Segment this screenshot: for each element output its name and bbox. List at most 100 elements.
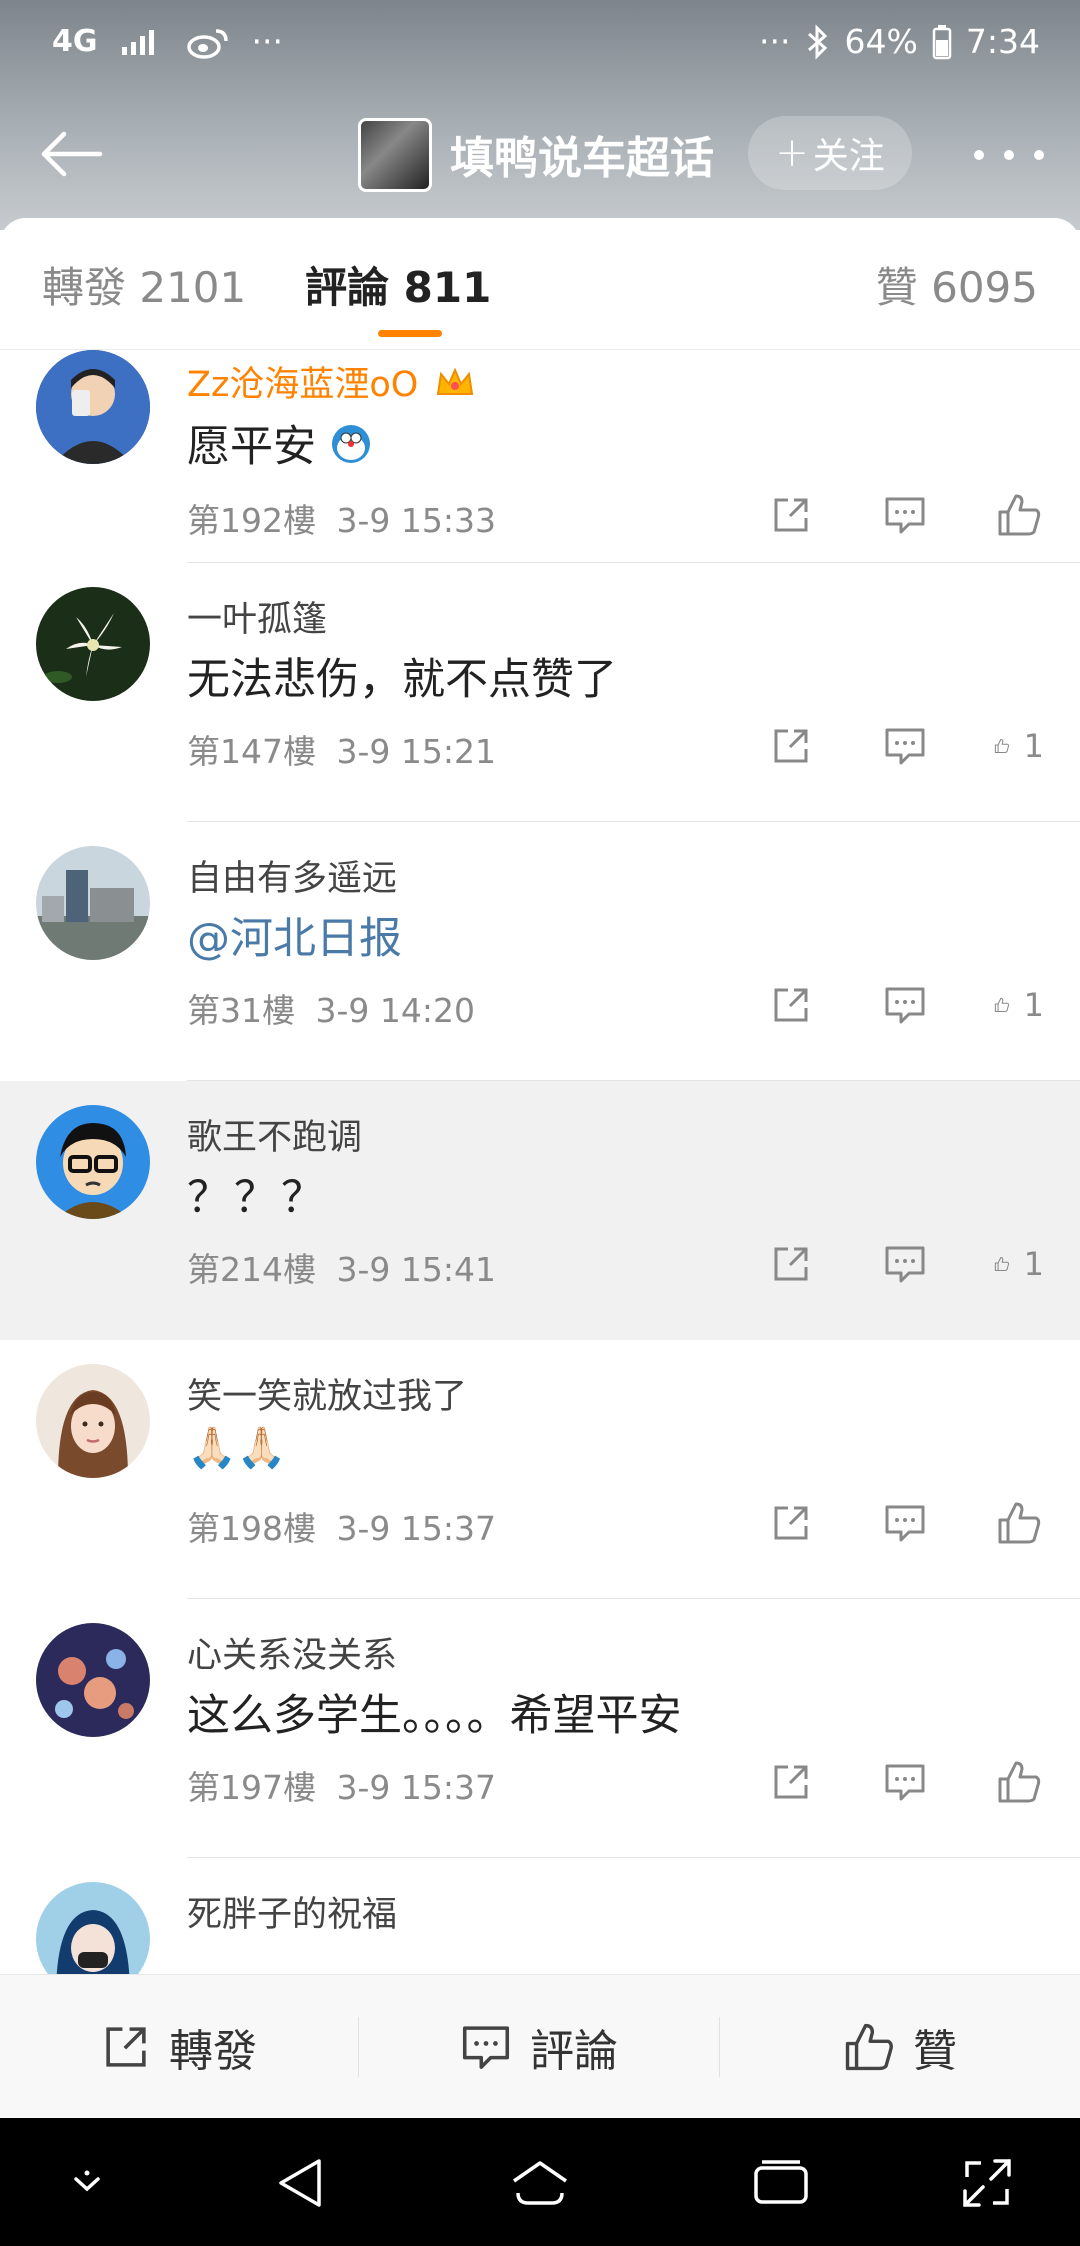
repost-button[interactable] (766, 490, 816, 540)
comment-actions (702, 1498, 1044, 1548)
commenter-name[interactable]: 歌王不跑调 (187, 1109, 362, 1160)
avatar[interactable] (36, 1882, 150, 1974)
repost-button[interactable] (766, 1757, 816, 1807)
thumbs-up-icon (994, 1257, 1010, 1271)
floor-number: 第31樓 (187, 991, 295, 1030)
like-button[interactable]: 1 (994, 721, 1044, 771)
repost-button[interactable] (766, 980, 816, 1030)
bottom-repost-button[interactable]: 轉發 (0, 1975, 358, 2119)
comment-meta: 第192樓 3-9 15:33 (187, 494, 496, 542)
comment-icon (885, 987, 925, 1024)
dot-icon (1004, 150, 1014, 160)
thumbs-up-icon (998, 494, 1041, 536)
signal-icon (120, 27, 164, 57)
commenter-name[interactable]: 一叶孤篷 (187, 591, 327, 642)
bottom-comment-button[interactable]: 評論 (359, 1975, 719, 2119)
status-bar: 4G ··· ··· 64% 7:34 (0, 0, 1080, 92)
back-button[interactable] (38, 124, 108, 184)
avatar[interactable] (36, 1623, 150, 1737)
comment-meta: 第147樓 3-9 15:21 (187, 725, 496, 773)
header-background: 4G ··· ··· 64% 7:34 填鸭说车超话 + 关注 (0, 0, 1080, 230)
reply-button[interactable] (880, 721, 930, 771)
tab-bar: 轉發 2101 評論 811 贊 6095 (0, 218, 1080, 350)
topic-title[interactable]: 填鸭说车超话 (450, 122, 714, 186)
chevron-down-icon (74, 2170, 100, 2192)
avatar[interactable] (36, 350, 150, 464)
system-recents-button[interactable] (746, 2148, 816, 2218)
like-button[interactable] (994, 490, 1044, 540)
thumbs-up-icon (845, 2023, 893, 2071)
bottom-like-label: 贊 (913, 2026, 957, 2077)
follow-label: 关注 (812, 136, 885, 177)
comment-item: 歌王不跑调 ？？？ 第214樓 3-9 15:41 1 (0, 1081, 1080, 1340)
system-back-button[interactable] (266, 2148, 336, 2218)
reply-button[interactable] (880, 490, 930, 540)
bluetooth-icon (805, 23, 831, 60)
comment-meta: 第214樓 3-9 15:41 (187, 1243, 496, 1291)
expand-icon (963, 2159, 1011, 2207)
comment-list[interactable]: Zz沧海蓝湮oO 愿平安 第192樓 3-9 15:33 一叶孤篷 无法悲伤，就… (0, 350, 1080, 1974)
like-button[interactable]: 1 (994, 980, 1044, 1030)
avatar[interactable] (36, 587, 150, 701)
share-icon (774, 1765, 808, 1799)
tab-likes[interactable]: 贊 6095 (876, 254, 1038, 315)
bottom-like-button[interactable]: 贊 (720, 1975, 1080, 2119)
more-options-button[interactable] (974, 130, 1044, 180)
follow-button[interactable]: + 关注 (748, 116, 912, 190)
comment-text: 无法悲伤，就不点赞了 (187, 655, 617, 705)
repost-button[interactable] (766, 1239, 816, 1289)
commenter-name[interactable]: 心关系没关系 (187, 1627, 397, 1678)
comment-item: 死胖子的祝福 (0, 1858, 1080, 1974)
system-home-button[interactable] (505, 2148, 575, 2218)
comment-actions (702, 1757, 1044, 1807)
comment-text: 愿平安 (187, 412, 372, 476)
comment-time: 3-9 15:21 (336, 732, 497, 771)
weibo-icon (186, 25, 230, 59)
repost-button[interactable] (766, 1498, 816, 1548)
repost-button[interactable] (766, 721, 816, 771)
reply-button[interactable] (880, 980, 930, 1030)
reply-button[interactable] (880, 1239, 930, 1289)
avatar[interactable] (36, 1364, 150, 1478)
home-icon (513, 2161, 567, 2205)
comment-actions (702, 490, 1044, 540)
comment-icon (885, 1764, 925, 1801)
dot-icon (1034, 150, 1044, 160)
comment-item: 心关系没关系 这么多学生。。。。希望平安 第197樓 3-9 15:37 (0, 1599, 1080, 1858)
expand-screen-button[interactable] (952, 2148, 1022, 2218)
avatar[interactable] (36, 846, 150, 960)
hide-nav-button[interactable] (52, 2148, 122, 2218)
like-count: 1 (1023, 1245, 1044, 1283)
commenter-name[interactable]: 死胖子的祝福 (187, 1886, 397, 1937)
mention-link[interactable]: @河北日报 (187, 904, 402, 966)
like-count: 1 (1023, 727, 1044, 765)
share-icon (774, 1247, 808, 1281)
commenter-name[interactable]: 笑一笑就放过我了 (187, 1368, 467, 1419)
tab-comments[interactable]: 評論 811 (305, 254, 491, 315)
share-icon (774, 988, 808, 1022)
plus-icon: + (775, 130, 809, 176)
avatar[interactable] (36, 1105, 150, 1219)
top-nav-bar: 填鸭说车超话 + 关注 (0, 110, 1080, 200)
commenter-name[interactable]: 自由有多遥远 (187, 850, 397, 901)
comment-item: 自由有多遥远 @河北日报 第31樓 3-9 14:20 1 (0, 822, 1080, 1081)
triangle-back-icon (279, 2159, 321, 2207)
thumbs-up-icon (994, 998, 1010, 1012)
bottom-repost-label: 轉發 (169, 2026, 257, 2077)
like-button[interactable]: 1 (994, 1239, 1044, 1289)
like-button[interactable] (994, 1498, 1044, 1548)
commenter-name[interactable]: Zz沧海蓝湮oO (187, 356, 475, 407)
comment-item: 笑一笑就放过我了 🙏🏻🙏🏻 第198樓 3-9 15:37 (0, 1340, 1080, 1599)
comment-time: 3-9 15:37 (336, 1768, 497, 1807)
active-tab-indicator (378, 330, 442, 337)
tab-repost[interactable]: 轉發 2101 (42, 254, 246, 315)
topic-thumbnail[interactable] (358, 118, 432, 192)
comment-icon (462, 2026, 510, 2069)
reply-button[interactable] (880, 1757, 930, 1807)
reply-button[interactable] (880, 1498, 930, 1548)
floor-number: 第197樓 (187, 1768, 316, 1807)
comment-icon (885, 1246, 925, 1283)
thumbs-up-icon (998, 1761, 1041, 1803)
comment-icon (885, 728, 925, 765)
like-button[interactable] (994, 1757, 1044, 1807)
